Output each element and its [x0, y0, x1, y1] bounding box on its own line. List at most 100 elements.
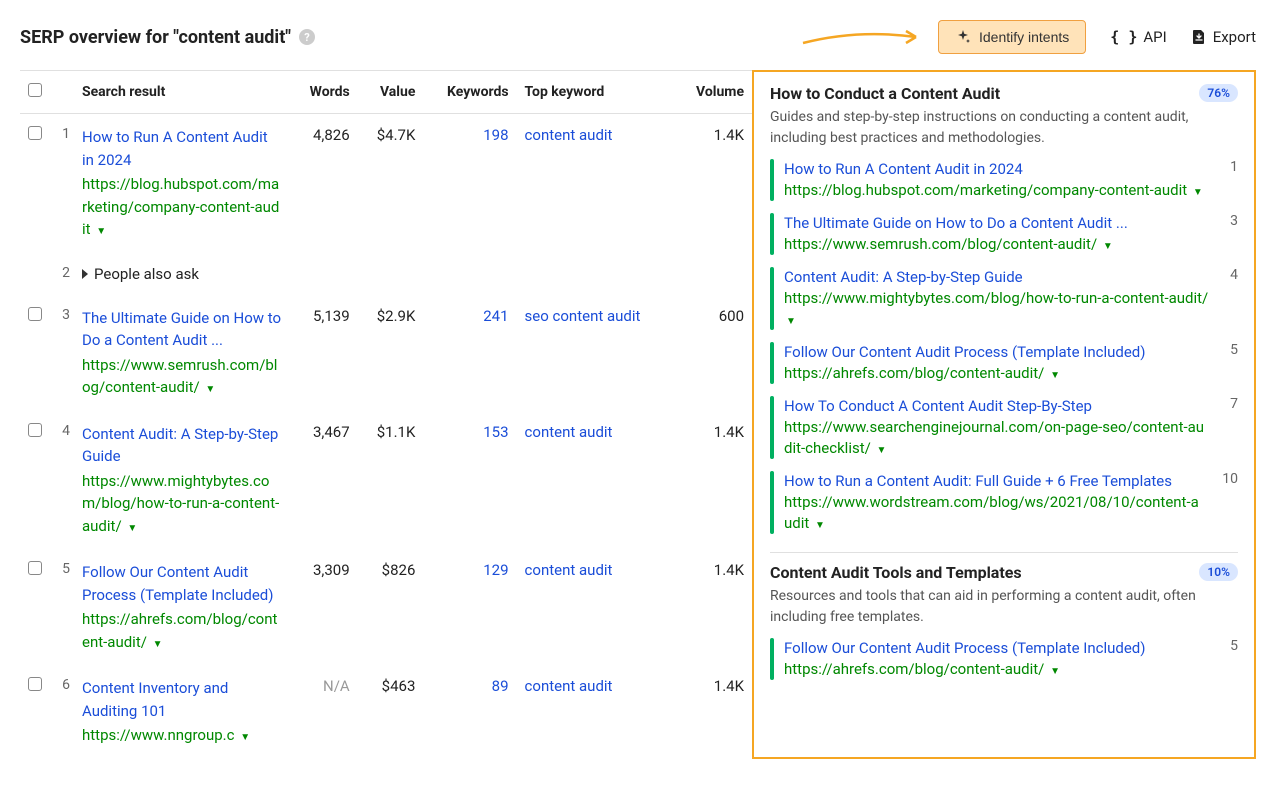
header-left: SERP overview for "content audit" ?	[20, 27, 315, 48]
intent-desc: Guides and step-by-step instructions on …	[770, 107, 1238, 149]
result-title[interactable]: Content Audit: A Step-by-Step Guide	[82, 423, 282, 468]
intent-item: How To Conduct A Content Audit Step-By-S…	[770, 396, 1238, 461]
col-value: Value	[358, 71, 424, 114]
words-cell: 4,826	[290, 114, 357, 253]
intent-item-url[interactable]: https://blog.hubspot.com/marketing/compa…	[784, 180, 1210, 201]
people-also-ask-label: People also ask	[94, 265, 199, 283]
top-keyword-cell[interactable]: seo content audit	[525, 307, 641, 325]
result-title[interactable]: How to Run A Content Audit in 2024	[82, 126, 282, 171]
result-title[interactable]: The Ultimate Guide on How to Do a Conten…	[82, 307, 282, 352]
url-dropdown-icon[interactable]: ▼	[1050, 666, 1060, 677]
intent-item-url[interactable]: https://www.mightybytes.com/blog/how-to-…	[784, 288, 1210, 330]
identify-intents-button[interactable]: Identify intents	[938, 20, 1086, 54]
intent-item-url[interactable]: https://ahrefs.com/blog/content-audit/ ▼	[784, 659, 1210, 680]
sparkle-icon	[955, 29, 971, 45]
intent-item: How to Run A Content Audit in 2024 https…	[770, 159, 1238, 203]
value-cell: $1.1K	[358, 411, 424, 550]
api-button[interactable]: { } API	[1110, 28, 1166, 46]
words-cell: 3,467	[290, 411, 357, 550]
intent-item-title[interactable]: Content Audit: A Step-by-Step Guide	[784, 267, 1210, 288]
intent-item-title[interactable]: How To Conduct A Content Audit Step-By-S…	[784, 396, 1210, 417]
intent-title: Content Audit Tools and Templates	[770, 563, 1022, 582]
divider	[770, 552, 1238, 553]
volume-cell: 1.4K	[675, 114, 752, 253]
top-keyword-cell[interactable]: content audit	[525, 126, 613, 144]
url-dropdown-icon[interactable]: ▼	[786, 316, 796, 327]
top-keyword-cell[interactable]: content audit	[525, 423, 613, 441]
identify-intents-label: Identify intents	[979, 29, 1069, 45]
intent-item-title[interactable]: The Ultimate Guide on How to Do a Conten…	[784, 213, 1210, 234]
keywords-cell[interactable]: 153	[483, 423, 508, 441]
keywords-cell[interactable]: 241	[483, 307, 508, 325]
intent-percent-badge: 10%	[1199, 563, 1238, 581]
callout-arrow-icon	[798, 25, 928, 49]
row-checkbox[interactable]	[28, 561, 42, 575]
result-url[interactable]: https://www.semrush.com/blog/content-aud…	[82, 354, 282, 399]
words-cell: 5,139	[290, 295, 357, 411]
table-row: 2 People also ask	[20, 253, 752, 295]
keywords-cell[interactable]: 198	[483, 126, 508, 144]
url-dropdown-icon[interactable]: ▼	[127, 523, 137, 534]
intent-title: How to Conduct a Content Audit	[770, 84, 1000, 103]
value-cell: $4.7K	[358, 114, 424, 253]
url-dropdown-icon[interactable]: ▼	[153, 639, 163, 650]
intent-item-url[interactable]: https://ahrefs.com/blog/content-audit/ ▼	[784, 363, 1210, 384]
api-label: API	[1143, 28, 1166, 46]
intent-item-url[interactable]: https://www.wordstream.com/blog/ws/2021/…	[784, 492, 1206, 534]
intent-color-bar	[770, 396, 774, 459]
intent-percent-badge: 76%	[1199, 84, 1238, 102]
url-dropdown-icon[interactable]: ▼	[96, 226, 106, 237]
page-header: SERP overview for "content audit" ? Iden…	[20, 20, 1256, 54]
intent-item-title[interactable]: How to Run A Content Audit in 2024	[784, 159, 1210, 180]
export-button[interactable]: Export	[1191, 28, 1256, 46]
words-cell: N/A	[290, 665, 357, 759]
result-title[interactable]: Content Inventory and Auditing 101	[82, 677, 282, 722]
volume-cell: 1.4K	[675, 411, 752, 550]
value-cell: $2.9K	[358, 295, 424, 411]
col-volume: Volume	[675, 71, 752, 114]
caret-right-icon	[82, 269, 88, 279]
intent-item-url[interactable]: https://www.semrush.com/blog/content-aud…	[784, 234, 1210, 255]
url-dropdown-icon[interactable]: ▼	[877, 445, 887, 456]
help-icon[interactable]: ?	[299, 29, 315, 45]
url-dropdown-icon[interactable]: ▼	[1193, 187, 1203, 198]
top-keyword-cell[interactable]: content audit	[525, 561, 613, 579]
url-dropdown-icon[interactable]: ▼	[1050, 370, 1060, 381]
url-dropdown-icon[interactable]: ▼	[240, 732, 250, 743]
url-dropdown-icon[interactable]: ▼	[815, 520, 825, 531]
volume-cell: 600	[675, 295, 752, 411]
volume-cell: 1.4K	[675, 665, 752, 759]
select-all-checkbox[interactable]	[28, 83, 42, 97]
row-checkbox[interactable]	[28, 677, 42, 691]
export-icon	[1191, 29, 1207, 45]
intent-item: Follow Our Content Audit Process (Templa…	[770, 638, 1238, 682]
row-checkbox[interactable]	[28, 423, 42, 437]
intent-color-bar	[770, 638, 774, 680]
table-row: 3 The Ultimate Guide on How to Do a Cont…	[20, 295, 752, 411]
table-row: 5 Follow Our Content Audit Process (Temp…	[20, 549, 752, 665]
table-row: 6 Content Inventory and Auditing 101 htt…	[20, 665, 752, 759]
result-url[interactable]: https://www.nngroup.c ▼	[82, 724, 282, 747]
intent-item-url[interactable]: https://www.searchenginejournal.com/on-p…	[784, 417, 1210, 459]
keywords-cell[interactable]: 129	[483, 561, 508, 579]
url-dropdown-icon[interactable]: ▼	[205, 384, 215, 395]
intent-item-rank: 5	[1220, 638, 1238, 680]
result-url[interactable]: https://www.mightybytes.com/blog/how-to-…	[82, 470, 282, 538]
serp-table: Search result Words Value Keywords Top k…	[20, 71, 752, 759]
row-checkbox[interactable]	[28, 307, 42, 321]
col-words: Words	[290, 71, 357, 114]
intent-item-title[interactable]: How to Run a Content Audit: Full Guide +…	[784, 471, 1206, 492]
result-title[interactable]: Follow Our Content Audit Process (Templa…	[82, 561, 282, 606]
url-dropdown-icon[interactable]: ▼	[1103, 241, 1113, 252]
intent-item-title[interactable]: Follow Our Content Audit Process (Templa…	[784, 638, 1210, 659]
row-rank: 3	[50, 295, 74, 411]
top-keyword-cell[interactable]: content audit	[525, 677, 613, 695]
row-checkbox[interactable]	[28, 126, 42, 140]
intent-item-title[interactable]: Follow Our Content Audit Process (Templa…	[784, 342, 1210, 363]
keywords-cell[interactable]: 89	[492, 677, 509, 695]
col-keywords: Keywords	[423, 71, 516, 114]
value-cell: $826	[358, 549, 424, 665]
people-also-ask[interactable]: People also ask	[82, 265, 744, 283]
result-url[interactable]: https://blog.hubspot.com/marketing/compa…	[82, 173, 282, 241]
result-url[interactable]: https://ahrefs.com/blog/content-audit/ ▼	[82, 608, 282, 653]
